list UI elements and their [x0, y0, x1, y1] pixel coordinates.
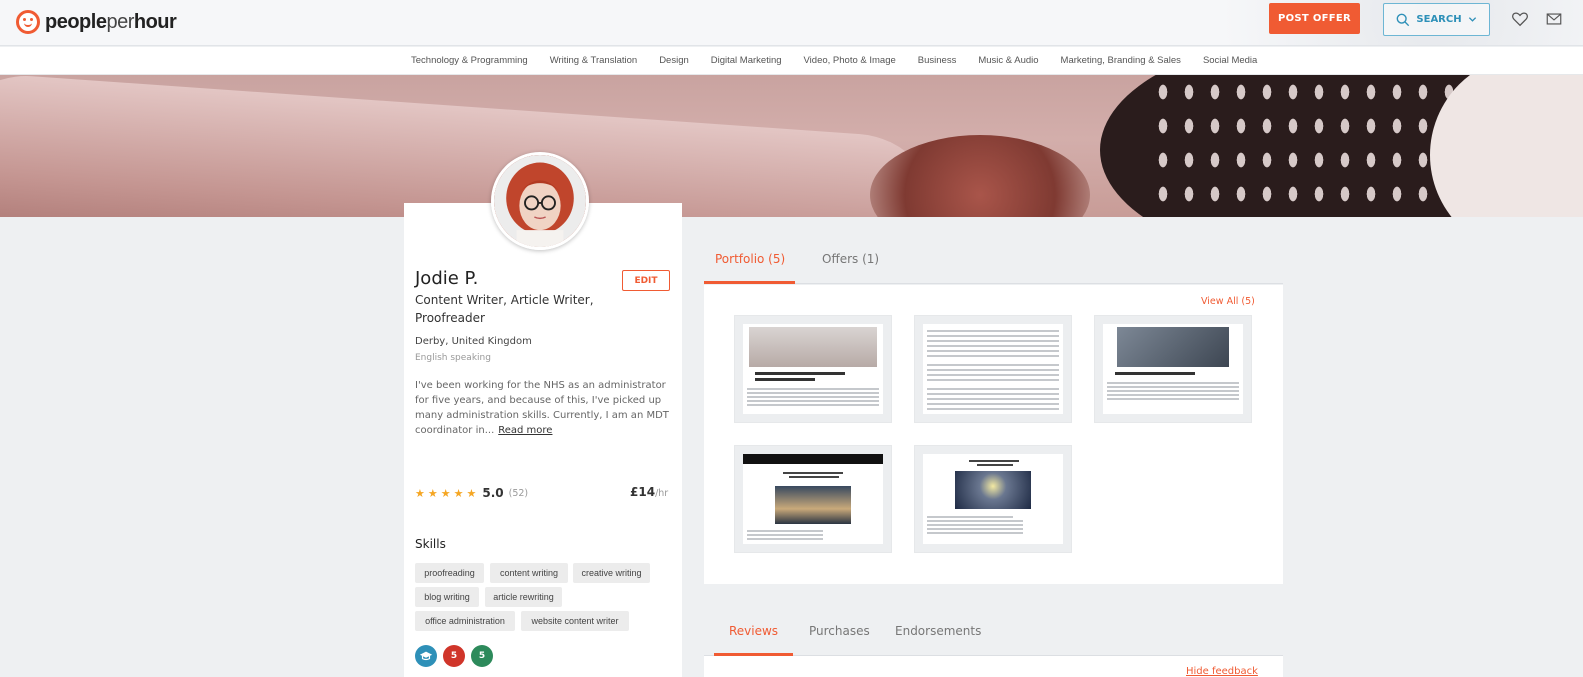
logo-word-hour: hour — [133, 10, 177, 33]
category-writing-translation[interactable]: Writing & Translation — [550, 55, 637, 66]
star-icon: ★ — [415, 486, 425, 500]
top-5-ribbon-icon[interactable]: 5 — [471, 645, 493, 667]
portfolio-tabs: Portfolio (5) Offers (1) — [704, 244, 1283, 284]
profile-name: Jodie P. — [415, 268, 479, 289]
category-video-photo-image[interactable]: Video, Photo & Image — [804, 55, 896, 66]
view-all-link[interactable]: View All (5) — [1201, 296, 1255, 307]
portfolio-item[interactable] — [914, 315, 1072, 423]
logo-word-per: per — [106, 10, 134, 33]
category-marketing-branding-sales[interactable]: Marketing, Branding & Sales — [1061, 55, 1181, 66]
portfolio-item[interactable] — [914, 445, 1072, 553]
reviews-tabs: Reviews Purchases Endorsements — [704, 614, 1283, 656]
chevron-down-icon — [1468, 17, 1476, 22]
search-icon — [1397, 13, 1410, 26]
tab-endorsements[interactable]: Endorsements — [895, 624, 981, 656]
category-navigation: Technology & Programming Writing & Trans… — [0, 47, 1583, 75]
rating-score: 5.0 — [482, 486, 504, 500]
badge-level-label: 5 — [450, 651, 458, 661]
star-icon: ★ — [427, 486, 438, 500]
skill-tag[interactable]: office administration — [415, 611, 515, 631]
category-business[interactable]: Business — [918, 55, 957, 66]
badge-top-label: 5 — [478, 651, 486, 661]
hide-feedback-link[interactable]: Hide feedback — [1186, 666, 1258, 677]
category-design[interactable]: Design — [659, 55, 689, 66]
tab-offers[interactable]: Offers (1) — [822, 252, 879, 284]
profile-location: Derby, United Kingdom — [415, 336, 532, 347]
search-button[interactable]: SEARCH — [1383, 3, 1490, 36]
category-social-media[interactable]: Social Media — [1203, 55, 1257, 66]
avatar — [491, 152, 589, 250]
profile-headline: Content Writer, Article Writer, Proofrea… — [415, 293, 594, 325]
rate-unit: /hr — [655, 488, 669, 499]
category-technology-programming[interactable]: Technology & Programming — [411, 55, 528, 66]
skill-tag[interactable]: article rewriting — [485, 587, 562, 607]
tab-reviews[interactable]: Reviews — [714, 624, 793, 656]
heart-icon[interactable] — [1511, 10, 1529, 28]
category-music-audio[interactable]: Music & Audio — [978, 55, 1038, 66]
tab-portfolio[interactable]: Portfolio (5) — [704, 252, 795, 284]
skills-title: Skills — [415, 537, 446, 551]
peopleperhour-logo[interactable]: peopleperhour — [16, 9, 177, 35]
rate-amount: £14 — [630, 485, 656, 499]
portfolio-item[interactable] — [1094, 315, 1252, 423]
rating-count[interactable]: (52) — [509, 488, 529, 499]
search-label: SEARCH — [1416, 14, 1462, 25]
read-more-link[interactable]: Read more — [498, 425, 552, 436]
top-header: peopleperhour POST OFFER SEARCH — [0, 0, 1583, 46]
rating: ★ ★ ★ ★ ★ 5.0 (52) — [415, 486, 528, 500]
category-digital-marketing[interactable]: Digital Marketing — [711, 55, 782, 66]
cover-image — [0, 75, 1583, 217]
edit-button[interactable]: EDIT — [622, 270, 670, 291]
portfolio-item[interactable] — [734, 445, 892, 553]
skill-tag[interactable]: proofreading — [415, 563, 484, 583]
skill-tag[interactable]: blog writing — [415, 587, 479, 607]
skill-tag[interactable]: content writing — [490, 563, 568, 583]
star-icon: ★ — [453, 486, 464, 500]
star-icon: ★ — [440, 486, 451, 500]
star-icon: ★ — [466, 486, 477, 500]
profile-bio: I've been working for the NHS as an admi… — [415, 378, 670, 438]
profile-language: English speaking — [415, 353, 491, 363]
graduation-cap-icon[interactable] — [415, 645, 437, 667]
hourly-rate: £14/hr — [630, 485, 668, 499]
skill-tag[interactable]: website content writer — [521, 611, 629, 631]
level-5-ribbon-icon[interactable]: 5 — [443, 645, 465, 667]
skill-tag[interactable]: creative writing — [573, 563, 650, 583]
post-offer-button[interactable]: POST OFFER — [1269, 3, 1360, 34]
tab-purchases[interactable]: Purchases — [809, 624, 870, 656]
logo-word-people: people — [45, 10, 107, 33]
mail-icon[interactable] — [1545, 10, 1563, 28]
portfolio-item[interactable] — [734, 315, 892, 423]
smiley-logo-icon — [16, 10, 40, 34]
